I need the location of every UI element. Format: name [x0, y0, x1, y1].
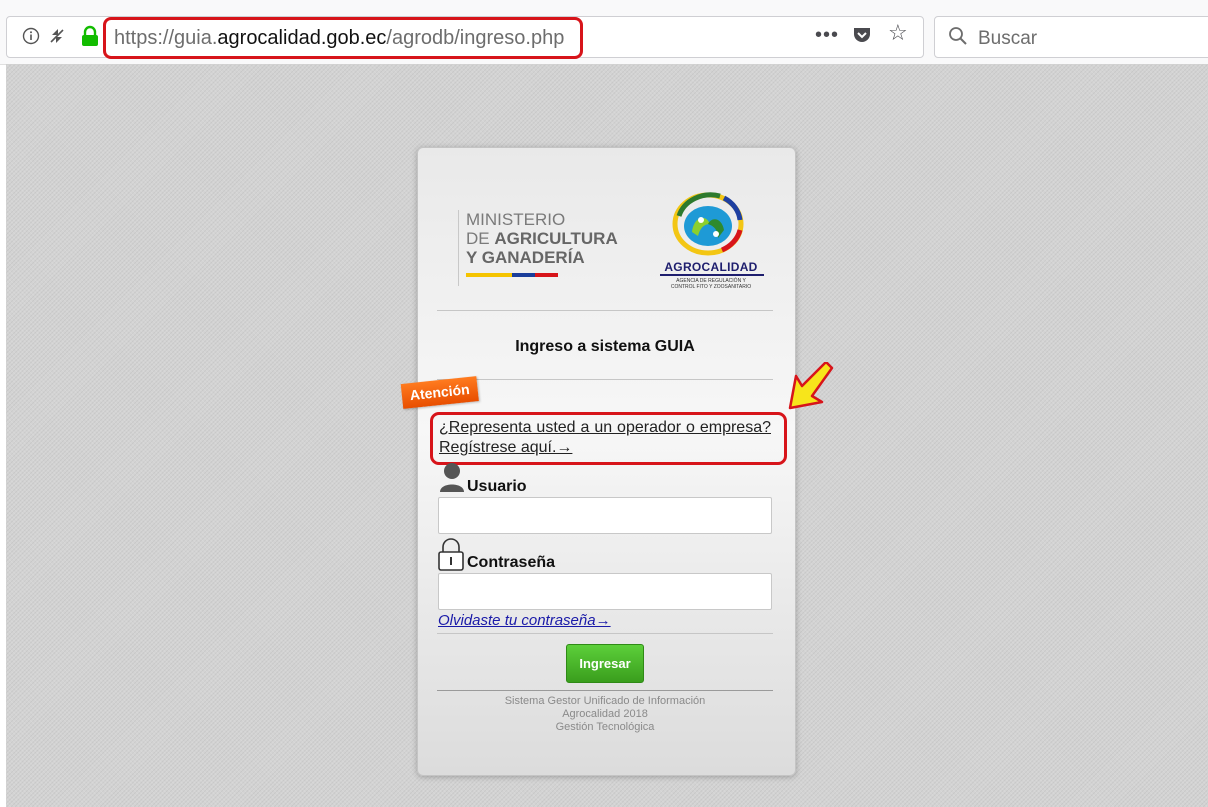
footer-line2: Agrocalidad 2018: [562, 708, 648, 720]
ministerio-logo-line3: Y GANADERÍA: [466, 249, 585, 267]
flag-stripe: [466, 273, 558, 277]
divider: [437, 379, 773, 380]
secure-lock-icon[interactable]: [80, 25, 100, 47]
footer-line3: Gestión Tecnológica: [555, 721, 655, 733]
page-title: Ingreso a sistema GUIA: [515, 338, 695, 355]
agrocalidad-logo-subtitle: AGENCIA DE REGULACIÓN Y CONTROL FITO Y Z…: [652, 278, 770, 290]
ministerio-logo-divider: [458, 210, 459, 286]
ministerio-logo-line2-prefix: DE: [466, 229, 495, 248]
bookmark-star-icon[interactable]: ☆: [888, 22, 908, 44]
divider: [437, 310, 773, 311]
info-icon[interactable]: [22, 27, 40, 45]
agrocalidad-logo-subtitle-line2: CONTROL FITO Y ZOOSANITARIO: [670, 284, 752, 290]
footer-line1: Sistema Gestor Unificado de Información: [504, 695, 706, 707]
search-icon: [948, 26, 968, 46]
yellow-arrow-annotation-icon: [788, 362, 834, 410]
password-label: Contraseña: [467, 554, 556, 571]
search-placeholder[interactable]: Buscar: [978, 28, 1037, 50]
url-path: /agrodb/ingreso.php: [386, 27, 565, 49]
search-box[interactable]: [934, 16, 1208, 58]
url-text[interactable]: https://guia.agrocalidad.gob.ec/agrodb/i…: [114, 27, 564, 49]
login-button[interactable]: Ingresar: [566, 644, 644, 683]
ministerio-logo-line2: DE AGRICULTURA: [466, 230, 618, 248]
ministerio-logo-line2-bold: AGRICULTURA: [494, 229, 618, 248]
lock-icon: [438, 538, 464, 571]
agrocalidad-logo-underline: [660, 274, 764, 276]
username-input[interactable]: [438, 497, 772, 534]
forgot-password-link[interactable]: Olvidaste tu contraseña→: [438, 612, 611, 629]
pocket-icon[interactable]: [852, 25, 872, 45]
tracking-protection-icon[interactable]: [48, 27, 66, 45]
ministerio-logo-line3-bold: Y GANADERÍA: [466, 248, 585, 267]
agrocalidad-logo-name: AGROCALIDAD: [664, 260, 758, 274]
divider: [437, 690, 773, 691]
url-scheme: https://guia.: [114, 27, 218, 49]
user-icon: [440, 463, 464, 492]
page-actions-menu-icon[interactable]: •••: [815, 25, 839, 45]
divider: [437, 633, 773, 634]
user-label: Usuario: [467, 478, 527, 495]
url-host: agrocalidad.gob.ec: [217, 27, 387, 49]
password-input[interactable]: [438, 573, 772, 610]
register-link[interactable]: ¿Representa usted a un operador o empres…: [439, 418, 771, 458]
ministerio-logo-line1: MINISTERIO: [466, 210, 566, 229]
agrocalidad-emblem-icon: [672, 192, 744, 256]
